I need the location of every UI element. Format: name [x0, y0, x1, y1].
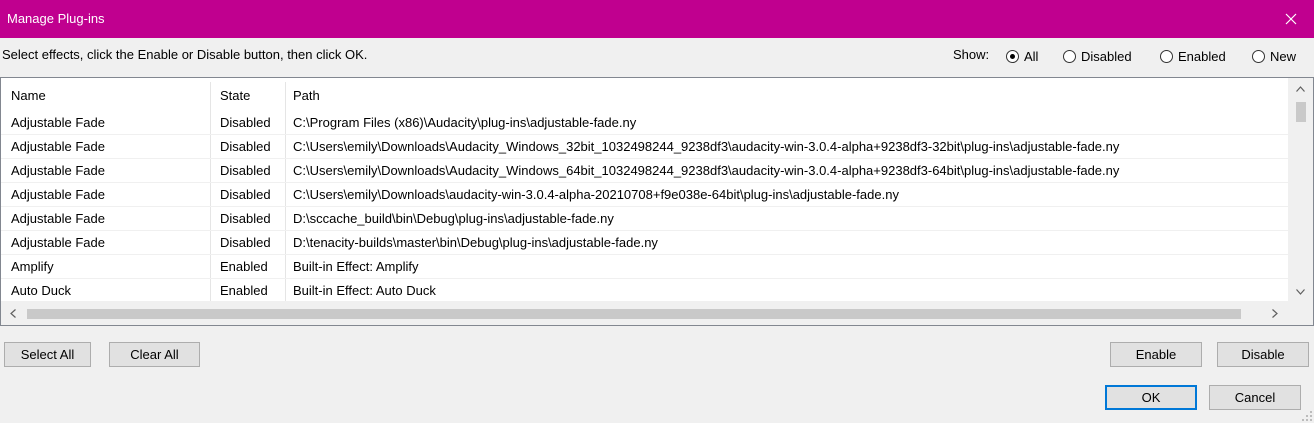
table-row[interactable]: Adjustable Fade Disabled C:\Program File…	[1, 111, 1288, 135]
row-state: Enabled	[220, 283, 268, 298]
list-header: Name State Path	[1, 82, 1288, 304]
row-name: Adjustable Fade	[11, 115, 105, 130]
radio-all-label: All	[1024, 48, 1039, 64]
row-path: C:\Program Files (x86)\Audacity\plug-ins…	[293, 115, 637, 130]
row-state: Disabled	[220, 163, 271, 178]
table-row[interactable]: Adjustable Fade Disabled C:\Users\emily\…	[1, 183, 1288, 207]
radio-new[interactable]: New	[1252, 47, 1296, 65]
row-path: C:\Users\emily\Downloads\Audacity_Window…	[293, 139, 1120, 154]
chevron-down-icon[interactable]	[1288, 283, 1313, 301]
row-path: Built-in Effect: Amplify	[293, 259, 419, 274]
instructions-text: Select effects, click the Enable or Disa…	[2, 47, 368, 62]
row-path: D:\tenacity-builds\master\bin\Debug\plug…	[293, 235, 658, 250]
row-path: C:\Users\emily\Downloads\Audacity_Window…	[293, 163, 1120, 178]
row-name: Adjustable Fade	[11, 211, 105, 226]
radio-new-label: New	[1270, 48, 1297, 64]
column-header-path[interactable]: Path	[293, 88, 320, 103]
chevron-left-icon[interactable]	[1, 301, 25, 325]
row-path: C:\Users\emily\Downloads\audacity-win-3.…	[293, 187, 899, 202]
radio-disabled-label: Disabled	[1081, 48, 1132, 64]
enable-button[interactable]: Enable	[1110, 342, 1202, 367]
radio-disabled-indicator	[1063, 49, 1076, 63]
show-label: Show:	[953, 47, 990, 62]
radio-disabled[interactable]: Disabled	[1063, 47, 1132, 65]
radio-all-indicator	[1006, 49, 1019, 63]
close-button[interactable]	[1268, 0, 1314, 38]
radio-new-indicator	[1252, 49, 1265, 63]
vertical-scrollbar[interactable]	[1288, 78, 1313, 302]
select-all-button[interactable]: Select All	[4, 342, 91, 367]
disable-button[interactable]: Disable	[1217, 342, 1309, 367]
row-name: Adjustable Fade	[11, 187, 105, 202]
row-state: Disabled	[220, 235, 271, 250]
column-header-state[interactable]: State	[220, 88, 250, 103]
close-icon	[1285, 13, 1297, 25]
row-state: Disabled	[220, 187, 271, 202]
vertical-scroll-thumb[interactable]	[1296, 102, 1306, 122]
row-path: D:\sccache_build\bin\Debug\plug-ins\adju…	[293, 211, 614, 226]
horizontal-scroll-thumb[interactable]	[27, 309, 1241, 319]
plugin-list[interactable]: Name State Path Adjustable Fade Disabled…	[0, 77, 1314, 326]
row-name: Amplify	[11, 259, 54, 274]
radio-all[interactable]: All	[1006, 47, 1038, 65]
chevron-up-icon[interactable]	[1288, 80, 1313, 98]
table-row[interactable]: Adjustable Fade Disabled D:\tenacity-bui…	[1, 231, 1288, 255]
radio-enabled-label: Enabled	[1178, 48, 1226, 64]
resize-grip-icon[interactable]	[1302, 411, 1312, 421]
table-row[interactable]: Adjustable Fade Disabled C:\Users\emily\…	[1, 159, 1288, 183]
row-state: Disabled	[220, 211, 271, 226]
row-name: Adjustable Fade	[11, 139, 105, 154]
horizontal-scrollbar[interactable]	[1, 301, 1313, 325]
row-state: Disabled	[220, 115, 271, 130]
table-row[interactable]: Adjustable Fade Disabled D:\sccache_buil…	[1, 207, 1288, 231]
window-title: Manage Plug-ins	[7, 11, 105, 26]
radio-enabled[interactable]: Enabled	[1160, 47, 1226, 65]
row-name: Auto Duck	[11, 283, 71, 298]
row-name: Adjustable Fade	[11, 235, 105, 250]
ok-button[interactable]: OK	[1105, 385, 1197, 410]
table-row[interactable]: Auto Duck Enabled Built-in Effect: Auto …	[1, 279, 1288, 303]
table-row[interactable]: Adjustable Fade Disabled C:\Users\emily\…	[1, 135, 1288, 159]
table-row[interactable]: Amplify Enabled Built-in Effect: Amplify	[1, 255, 1288, 279]
title-bar: Manage Plug-ins	[0, 0, 1314, 38]
row-state: Enabled	[220, 259, 268, 274]
row-name: Adjustable Fade	[11, 163, 105, 178]
radio-enabled-indicator	[1160, 49, 1173, 63]
column-header-name[interactable]: Name	[11, 88, 46, 103]
clear-all-button[interactable]: Clear All	[109, 342, 200, 367]
chevron-right-icon[interactable]	[1263, 301, 1287, 325]
cancel-button[interactable]: Cancel	[1209, 385, 1301, 410]
row-path: Built-in Effect: Auto Duck	[293, 283, 436, 298]
row-state: Disabled	[220, 139, 271, 154]
